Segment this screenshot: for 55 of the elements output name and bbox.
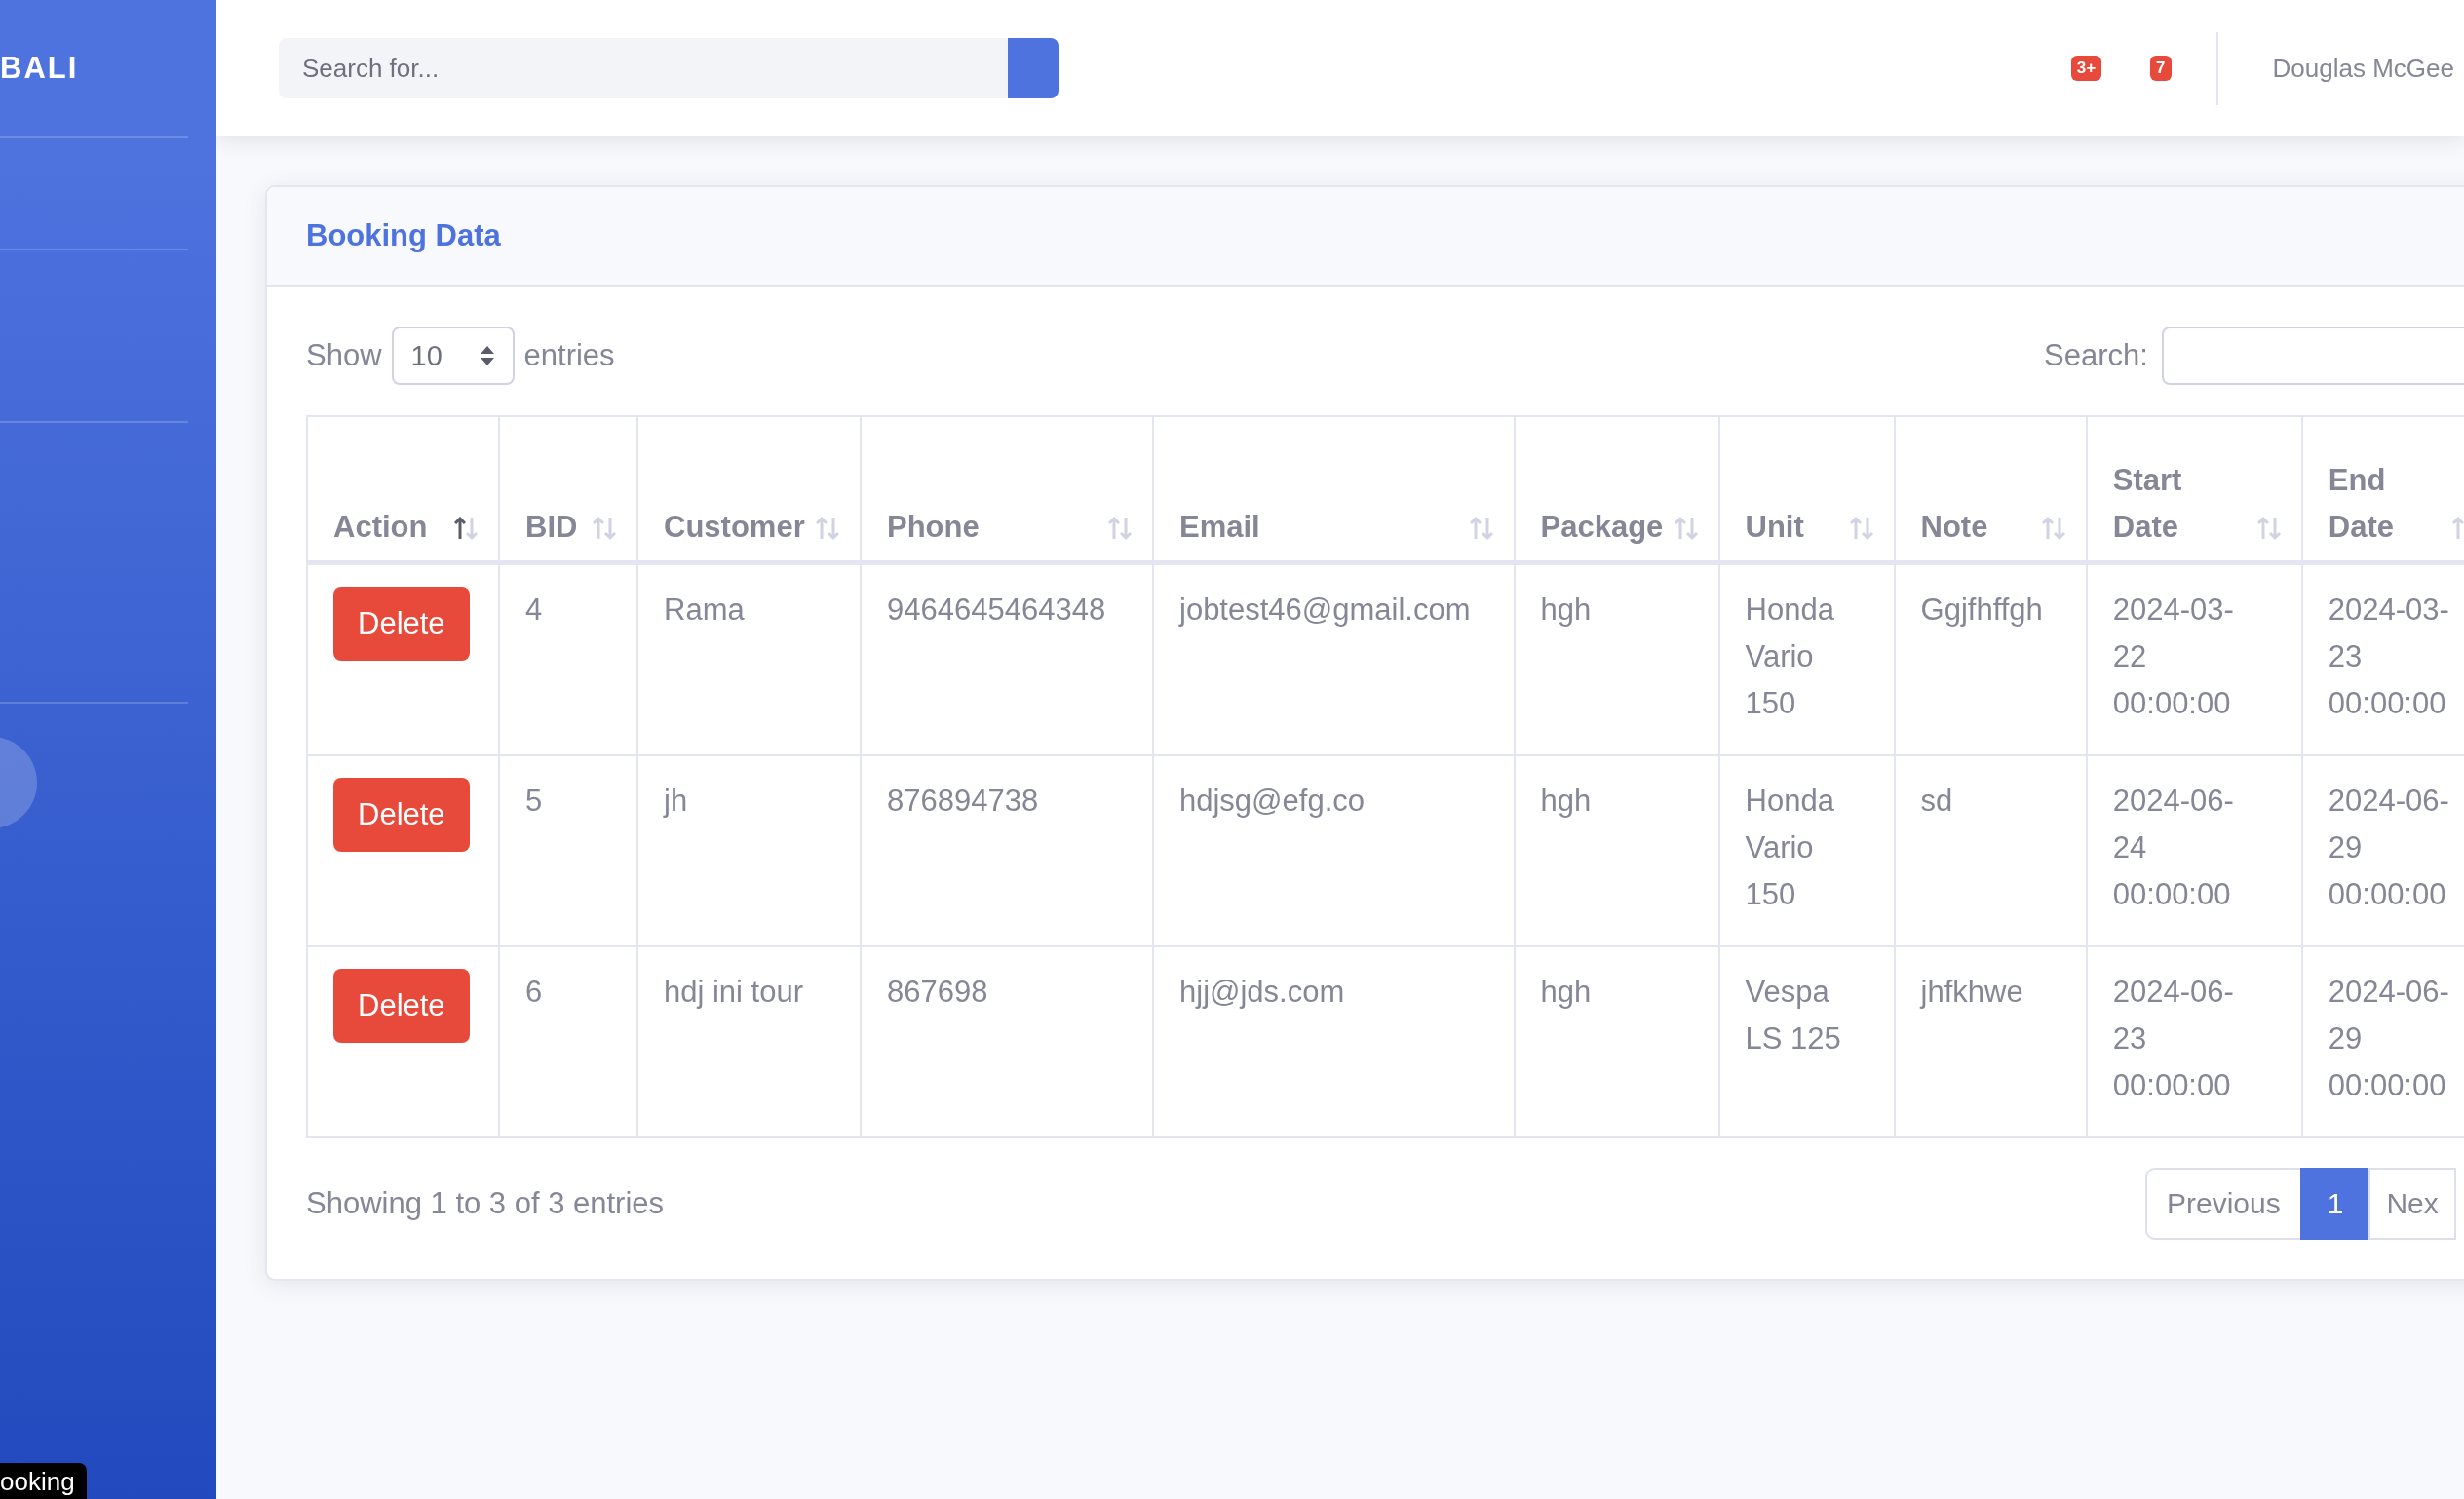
table-cell: 5 bbox=[499, 754, 637, 946]
counter-badge: 3+ bbox=[2070, 56, 2102, 81]
column-header[interactable]: Start Date bbox=[2086, 416, 2302, 562]
column-header[interactable]: BID bbox=[499, 416, 637, 562]
table-cell: hgh bbox=[1514, 562, 1719, 755]
table-cell: 2024-06-24 00:00:00 bbox=[2086, 754, 2302, 946]
table-cell: Ggjfhffgh bbox=[1894, 562, 2087, 755]
table-cell: 6 bbox=[499, 945, 637, 1137]
table-cell: jobtest46@gmail.com bbox=[1153, 562, 1515, 755]
page-button[interactable]: Previous bbox=[2145, 1167, 2302, 1240]
table-cell: 2024-03-22 00:00:00 bbox=[2086, 562, 2302, 755]
show-label: Show bbox=[306, 338, 382, 373]
column-header[interactable]: End Date bbox=[2301, 416, 2464, 562]
column-header[interactable]: Action bbox=[307, 416, 499, 562]
table-cell: hjj@jds.com bbox=[1153, 945, 1515, 1137]
counter-badge: 7 bbox=[2150, 56, 2172, 81]
column-header[interactable]: Package bbox=[1514, 416, 1719, 562]
search-button[interactable] bbox=[1008, 38, 1059, 98]
table-cell: Rama bbox=[637, 562, 861, 755]
entries-select[interactable]: 10 bbox=[391, 327, 515, 385]
search-input[interactable] bbox=[2161, 327, 2464, 385]
search-label: Search: bbox=[2044, 338, 2148, 373]
tooltip: ooking bbox=[0, 1463, 87, 1499]
column-header[interactable]: Customer bbox=[637, 416, 861, 562]
column-header[interactable]: Phone bbox=[861, 416, 1153, 562]
brand-name[interactable]: BALI bbox=[0, 0, 216, 136]
table-cell: 2024-06-23 00:00:00 bbox=[2086, 945, 2302, 1137]
table-cell: jhfkhwe bbox=[1894, 945, 2087, 1137]
table-cell: 9464645464348 bbox=[861, 562, 1153, 755]
table-cell: 876894738 bbox=[861, 754, 1153, 946]
table-cell: hdjsg@efg.co bbox=[1153, 754, 1515, 946]
table-cell: Honda Vario 150 bbox=[1718, 754, 1895, 946]
delete-button[interactable]: Delete bbox=[333, 586, 470, 661]
page-button[interactable]: 1 bbox=[2299, 1167, 2371, 1240]
delete-button[interactable]: Delete bbox=[333, 777, 470, 852]
column-header[interactable]: Note bbox=[1894, 416, 2087, 562]
table-cell: sd bbox=[1894, 754, 2087, 946]
card-title: Booking Data bbox=[306, 218, 502, 253]
entries-info: Showing 1 to 3 of 3 entries bbox=[306, 1185, 666, 1221]
table-cell: 4 bbox=[499, 562, 637, 755]
column-header[interactable]: Email bbox=[1153, 416, 1515, 562]
delete-button[interactable]: Delete bbox=[333, 968, 470, 1043]
caret-icon bbox=[479, 345, 495, 366]
table-cell: hgh bbox=[1514, 754, 1719, 946]
table-cell: hgh bbox=[1514, 945, 1719, 1137]
search-field[interactable]: Search for... bbox=[279, 38, 1008, 98]
page-button[interactable]: Nex bbox=[2368, 1167, 2456, 1240]
entries-label: entries bbox=[523, 338, 615, 373]
table-cell: Honda Vario 150 bbox=[1718, 562, 1895, 755]
table-cell: 867698 bbox=[861, 945, 1153, 1137]
table-cell: hdj ini tour bbox=[637, 945, 861, 1137]
table-cell: Vespa LS 125 bbox=[1718, 945, 1895, 1137]
column-header[interactable]: Unit bbox=[1718, 416, 1895, 562]
user-name[interactable]: Douglas McGee bbox=[2272, 53, 2454, 84]
table-cell: jh bbox=[637, 754, 861, 946]
